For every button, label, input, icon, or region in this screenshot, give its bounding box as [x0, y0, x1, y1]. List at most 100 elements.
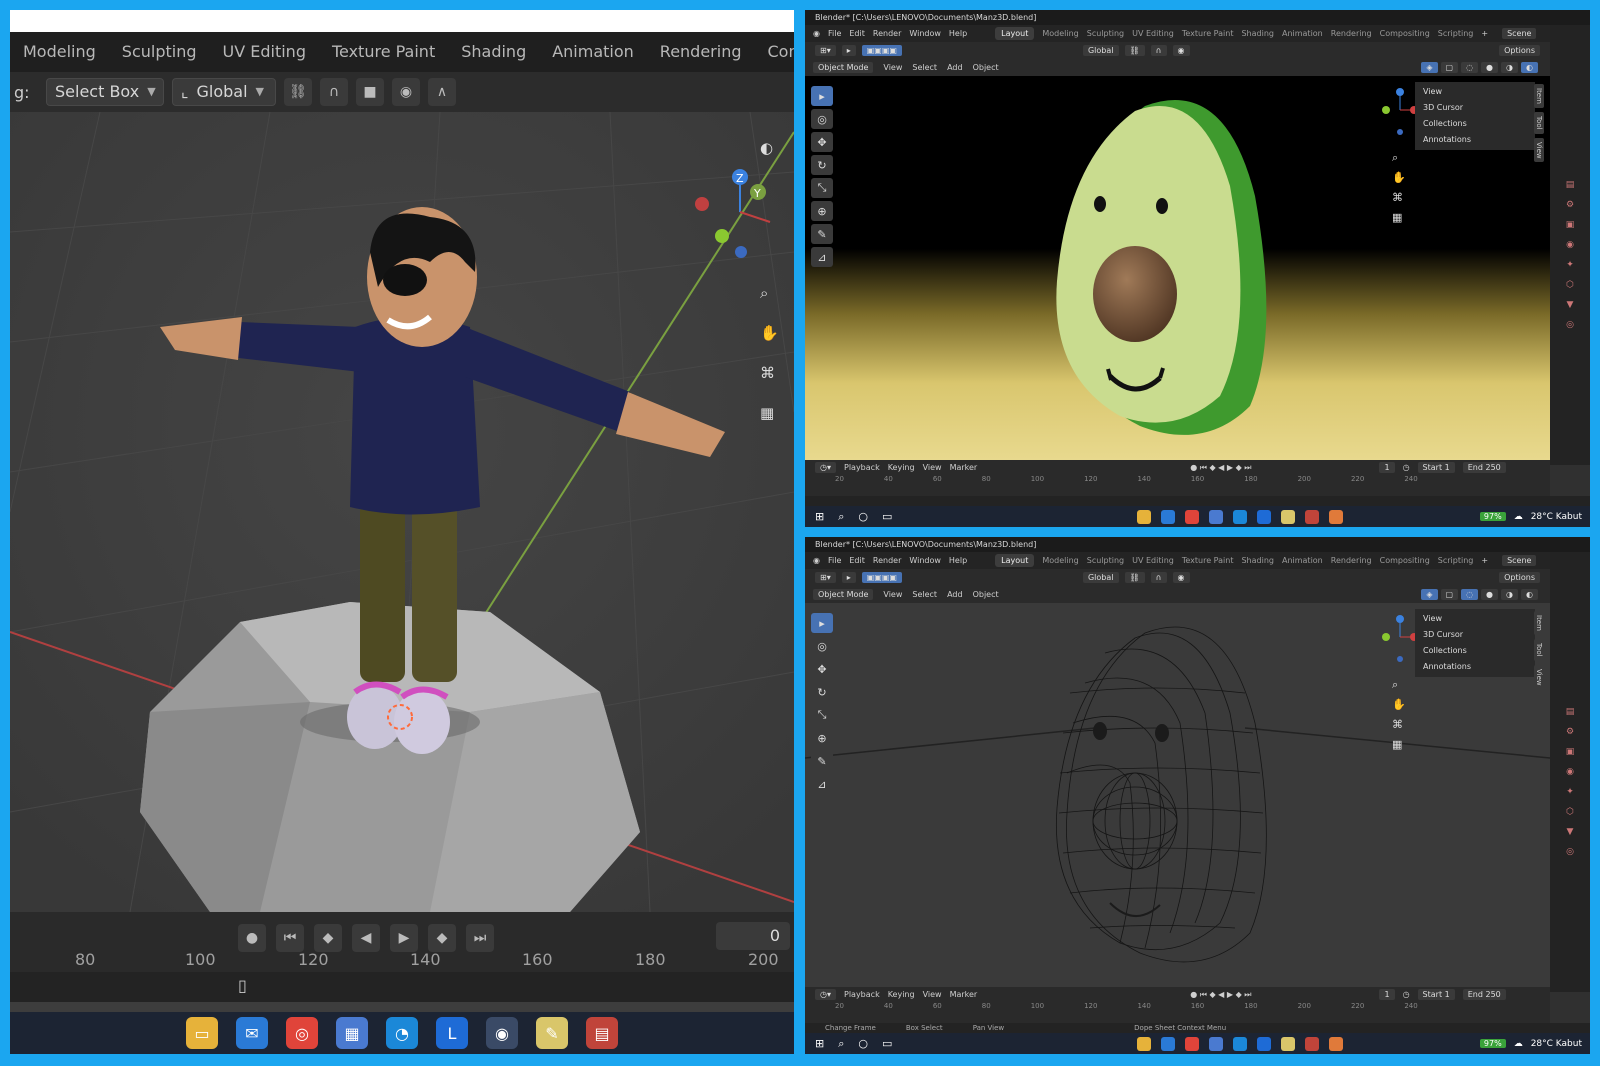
camera-icon[interactable]: ⌘	[1392, 188, 1406, 208]
menu-select[interactable]: Select	[912, 590, 937, 599]
shading-buttons[interactable]: ◈ ▢ ◌ ● ◑ ◐	[1421, 62, 1538, 73]
end-field[interactable]: End 250	[1462, 462, 1506, 473]
store-icon[interactable]	[1209, 1036, 1224, 1051]
rendered-shading-icon[interactable]: ◐	[1521, 62, 1538, 73]
menu-timeline-view[interactable]: View	[923, 990, 942, 999]
material-shading-icon[interactable]: ◑	[1501, 62, 1519, 73]
pivot-icon[interactable]: ⛓	[284, 78, 312, 106]
frame-field[interactable]: 1	[1379, 462, 1395, 473]
options-dropdown[interactable]: Options	[1499, 572, 1540, 583]
zoom-icon[interactable]: ⌕	[760, 273, 779, 313]
properties-icons[interactable]: ▤ ⚙ ▣ ◉ ✦ ⬡ ▼ ◎	[1550, 552, 1590, 862]
tab-uv-editing[interactable]: UV Editing	[1132, 29, 1174, 38]
tab-shading[interactable]: Shading	[1241, 29, 1274, 38]
overlay-icon[interactable]: ◈	[1421, 589, 1438, 600]
app-l-icon[interactable]: L	[436, 1017, 468, 1049]
select-mode-icons[interactable]: ▣▣▣▣	[861, 572, 902, 583]
tab-uv-editing[interactable]: UV Editing	[210, 32, 319, 72]
menu-render[interactable]: Render	[873, 556, 901, 565]
menu-help[interactable]: Help	[949, 29, 967, 38]
mode-dropdown[interactable]: Object Mode	[813, 62, 874, 73]
xray-icon[interactable]: ▢	[1440, 62, 1459, 73]
npanel-3d-cursor[interactable]: 3D Cursor	[1415, 627, 1535, 643]
proportional-edit-icon[interactable]: ◉	[392, 78, 420, 106]
grid-icon[interactable]: ▦	[760, 393, 779, 433]
menu-object[interactable]: Object	[973, 590, 999, 599]
xray-icon[interactable]: ▢	[1440, 589, 1459, 600]
annotate-icon[interactable]: ✎	[811, 224, 833, 244]
transform-icon[interactable]: ⊕	[811, 728, 833, 748]
edge-icon[interactable]: ◔	[386, 1017, 418, 1049]
menu-edit[interactable]: Edit	[849, 556, 865, 565]
rotate-icon[interactable]: ↻	[811, 682, 833, 702]
menu-timeline-view[interactable]: View	[923, 463, 942, 472]
menu-object[interactable]: Object	[973, 63, 999, 72]
npanel-view[interactable]: View	[1415, 611, 1535, 627]
grid-icon[interactable]: ▦	[1392, 735, 1406, 755]
select-box-dropdown[interactable]: Select Box ▼	[46, 78, 164, 106]
npanel-collections[interactable]: Collections	[1415, 643, 1535, 659]
blender-icon[interactable]	[1329, 1036, 1344, 1051]
winrar-icon[interactable]	[1305, 1036, 1320, 1051]
ntab-tool[interactable]: Tool	[1534, 638, 1544, 661]
menu-file[interactable]: File	[828, 29, 841, 38]
orientation-dropdown[interactable]: ⌞ Global ▼	[172, 78, 276, 106]
solid-shading-icon[interactable]: ●	[1481, 589, 1499, 600]
scene-selector[interactable]: Scene	[1502, 555, 1537, 566]
editor-type-dropdown[interactable]: ⊞▾	[815, 45, 836, 56]
tab-layout[interactable]: Layout	[995, 554, 1035, 567]
start-field[interactable]: Start 1	[1417, 989, 1455, 1000]
menu-select[interactable]: Select	[912, 63, 937, 72]
timeline-editor-icon[interactable]: ◷▾	[815, 989, 836, 1000]
tab-scripting[interactable]: Scripting	[1438, 556, 1474, 565]
menu-keying[interactable]: Keying	[888, 990, 915, 999]
overlay-icon[interactable]: ◈	[1421, 62, 1438, 73]
file-explorer-icon[interactable]	[1137, 509, 1152, 524]
rendered-shading-icon[interactable]: ◐	[1521, 589, 1538, 600]
npanel-annotations[interactable]: Annotations	[1415, 132, 1535, 148]
orientation-dropdown[interactable]: Global	[1082, 572, 1119, 583]
current-frame-field[interactable]: 0	[716, 922, 790, 950]
timeline-scrubber[interactable]: ▯	[10, 972, 794, 1002]
notepad-icon[interactable]	[1281, 509, 1296, 524]
measure-icon[interactable]: ⊿	[811, 774, 833, 794]
snap-icon[interactable]: ∩	[320, 78, 348, 106]
ntab-item[interactable]: Item	[1534, 611, 1544, 635]
app-l-icon[interactable]	[1257, 509, 1272, 524]
npanel-collections[interactable]: Collections	[1415, 116, 1535, 132]
npanel-3d-cursor[interactable]: 3D Cursor	[1415, 100, 1535, 116]
ntab-tool[interactable]: Tool	[1534, 111, 1544, 134]
transform-icon[interactable]: ⊕	[811, 201, 833, 221]
file-explorer-icon[interactable]: ▭	[186, 1017, 218, 1049]
tab-compositing[interactable]: Compositing	[1380, 29, 1430, 38]
tab-texture-paint[interactable]: Texture Paint	[319, 32, 448, 72]
tab-shading[interactable]: Shading	[1241, 556, 1274, 565]
tab-modeling[interactable]: Modeling	[1042, 29, 1078, 38]
blender-icon[interactable]: ◉	[486, 1017, 518, 1049]
ntab-view[interactable]: View	[1534, 664, 1544, 690]
tab-animation[interactable]: Animation	[1282, 29, 1323, 38]
tab-sculpting[interactable]: Sculpting	[109, 32, 210, 72]
rotate-icon[interactable]: ↻	[811, 155, 833, 175]
ntab-view[interactable]: View	[1534, 137, 1544, 163]
snap-icon[interactable]: ∩	[1150, 45, 1167, 56]
editor-type-dropdown[interactable]: ⊞▾	[815, 572, 836, 583]
edge-icon[interactable]	[1233, 509, 1248, 524]
menu-add[interactable]: Add	[947, 63, 963, 72]
zoom-icon[interactable]: ⌕	[1392, 148, 1406, 168]
camera-icon[interactable]: ⌘	[760, 353, 779, 393]
tab-texture-paint[interactable]: Texture Paint	[1182, 556, 1234, 565]
battery-indicator[interactable]: 97%	[1479, 1039, 1506, 1048]
npanel-annotations[interactable]: Annotations	[1415, 659, 1535, 675]
blender-icon[interactable]	[1329, 509, 1344, 524]
app-l-icon[interactable]	[1257, 1036, 1272, 1051]
menu-render[interactable]: Render	[873, 29, 901, 38]
chrome-icon[interactable]: ◎	[286, 1017, 318, 1049]
blender-logo-icon[interactable]: ◉	[813, 556, 820, 565]
npanel-view[interactable]: View	[1415, 84, 1535, 100]
menu-add[interactable]: Add	[947, 590, 963, 599]
hand-icon[interactable]: ✋	[760, 313, 779, 353]
file-explorer-icon[interactable]	[1137, 1036, 1152, 1051]
hand-icon[interactable]: ✋	[1392, 695, 1406, 715]
measure-icon[interactable]: ⊿	[811, 247, 833, 267]
